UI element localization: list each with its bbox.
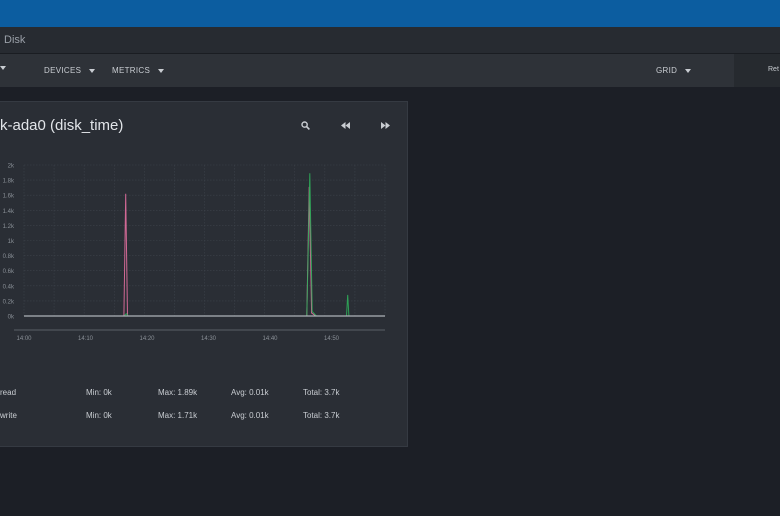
y-tick-label: 1.6k [3,194,15,200]
x-tick-label: 14:50 [324,336,340,342]
breadcrumb-item-disk[interactable]: Disk [4,34,25,46]
legend-min: Min: 0k [86,411,112,420]
x-tick-label: 14:10 [78,336,94,342]
x-tick-label: 14:30 [201,336,217,342]
chart-grid [23,164,386,317]
y-tick-label: 1.2k [3,224,15,230]
y-tick-label: 2k [8,164,15,170]
legend-max: Max: 1.89k [158,388,198,397]
grid-dropdown-label: GRID [656,66,678,75]
first-dropdown[interactable] [0,66,6,70]
legend-row-write: write Min: 0k Max: 1.71k Avg: 0.01k Tota… [0,411,408,425]
search-icon [300,120,310,130]
chevron-down-icon [0,66,6,70]
legend-avg: Avg: 0.01k [231,411,269,420]
chevron-down-icon [89,68,96,73]
x-tick-label: 14:00 [16,336,32,342]
y-tick-label: 0.2k [3,299,15,305]
y-tick-label: 1k [8,239,15,245]
y-tick-label: 0.6k [3,269,15,275]
legend-series-name: write [0,411,17,420]
chevron-down-icon [158,68,165,73]
breadcrumb: Disk [0,27,780,54]
y-tick-label: 1.4k [3,209,15,215]
metrics-dropdown-label: METRICS [112,66,151,75]
y-tick-label: 0.4k [3,284,15,290]
legend-total: Total: 3.7k [303,388,340,397]
devices-dropdown[interactable]: DEVICES [44,66,96,75]
legend-avg: Avg: 0.01k [231,388,269,397]
legend-min: Min: 0k [86,388,112,397]
reset-button-label: Ret [768,66,779,73]
fast-forward-button[interactable] [378,118,392,132]
legend-total: Total: 3.7k [303,411,340,420]
x-axis: 14:00 14:10 14:20 14:30 14:40 14:50 [14,329,385,342]
chevron-down-icon [685,68,692,73]
y-tick-label: 0k [8,315,15,321]
y-tick-label: 0.8k [3,254,15,260]
rewind-button[interactable] [338,118,352,132]
rewind-icon [340,121,350,129]
grid-dropdown[interactable]: GRID [656,66,692,75]
legend-max: Max: 1.71k [158,411,198,420]
top-header-bar [0,0,780,27]
x-tick-label: 14:40 [262,336,278,342]
toolbar: DEVICES METRICS GRID Ret [0,54,780,87]
legend-row-read: read Min: 0k Max: 1.89k Avg: 0.01k Total… [0,388,408,402]
chart-card: k-ada0 (disk_time) 0k 0.2k 0.4k 0.6k 0.8k 1k 1… [0,101,408,447]
series-line-read [24,186,373,317]
legend-series-name: read [0,388,17,397]
y-axis: 0k 0.2k 0.4k 0.6k 0.8k 1k 1.2k 1.4k 1.6k 1.8k 2k [3,164,15,321]
line-chart[interactable]: 0k 0.2k 0.4k 0.6k 0.8k 1k 1.2k 1.4k 1.6k 1.8k 2k 1… [0,157,408,397]
reset-button[interactable]: Ret [734,54,780,87]
y-tick-label: 1.8k [3,179,15,185]
series-line-write [24,173,373,317]
fast-forward-icon [380,121,390,129]
devices-dropdown-label: DEVICES [44,66,82,75]
x-tick-label: 14:20 [139,336,155,342]
zoom-button[interactable] [298,118,312,132]
metrics-dropdown[interactable]: METRICS [112,66,165,75]
chart-title: k-ada0 (disk_time) [0,117,124,134]
